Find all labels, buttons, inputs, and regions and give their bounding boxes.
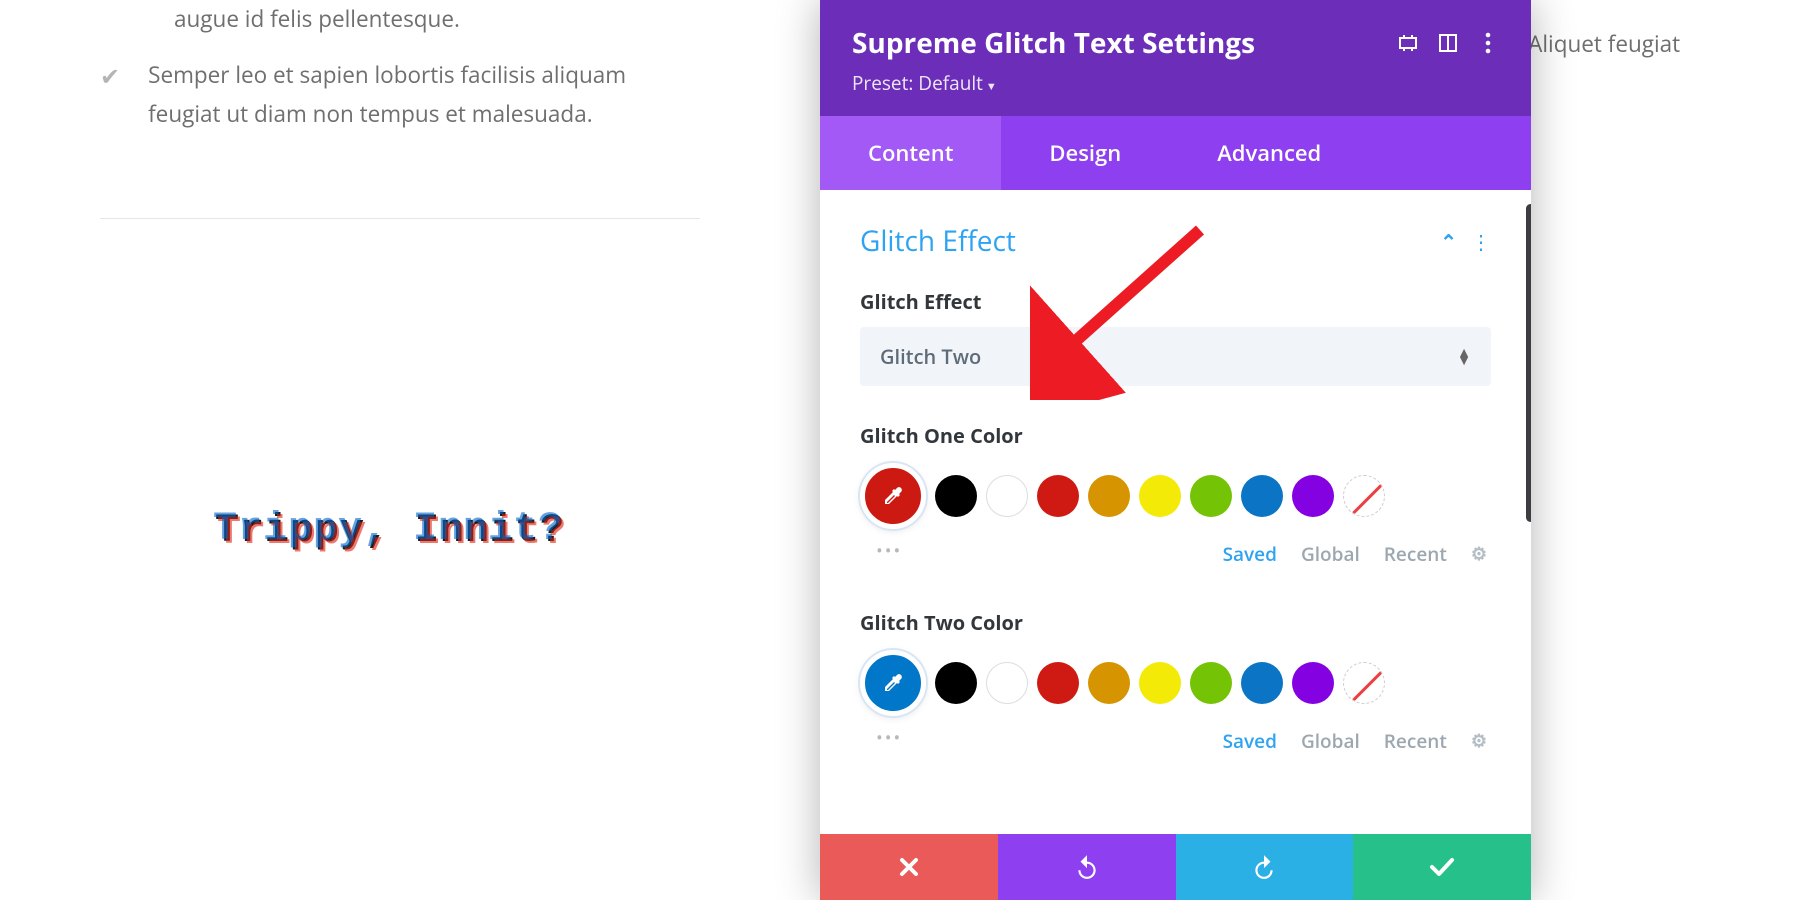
- swatch-orange[interactable]: [1088, 662, 1130, 704]
- kebab-menu-icon[interactable]: [1477, 32, 1499, 54]
- swatch-yellow[interactable]: [1139, 662, 1181, 704]
- section-menu-icon[interactable]: ⋮: [1471, 228, 1491, 255]
- bg-text-1: augue id felis pellentesque.: [174, 0, 460, 38]
- glitch-preview-text: Trippy, Innit?: [215, 509, 700, 554]
- swatch-yellow[interactable]: [1139, 475, 1181, 517]
- swatch-blue[interactable]: [1241, 475, 1283, 517]
- swatch-purple[interactable]: [1292, 662, 1334, 704]
- panel-header: Supreme Glitch Text Settings Preset: Def…: [820, 0, 1531, 116]
- panel-footer: [820, 834, 1531, 900]
- swatch-orange[interactable]: [1088, 475, 1130, 517]
- eyedropper-icon: [881, 671, 905, 695]
- sort-icon: ▲▼: [1457, 349, 1471, 365]
- tab-design[interactable]: Design: [1001, 116, 1169, 190]
- gear-icon[interactable]: ⚙: [1471, 729, 1487, 753]
- scrollbar[interactable]: [1526, 204, 1531, 522]
- gear-icon[interactable]: ⚙: [1471, 542, 1487, 566]
- swatch-purple[interactable]: [1292, 475, 1334, 517]
- swatch-blue[interactable]: [1241, 662, 1283, 704]
- tab-content[interactable]: Content: [820, 116, 1001, 190]
- layout-icon[interactable]: [1437, 32, 1459, 54]
- color2-label: Glitch Two Color: [860, 609, 1491, 636]
- swatch-red[interactable]: [1037, 475, 1079, 517]
- cancel-button[interactable]: [820, 834, 998, 900]
- settings-panel: Supreme Glitch Text Settings Preset: Def…: [820, 0, 1531, 900]
- color-picker-1[interactable]: [860, 463, 926, 529]
- color-picker-2[interactable]: [860, 650, 926, 716]
- palette-tab-saved[interactable]: Saved: [1223, 728, 1277, 754]
- swatch-white[interactable]: [986, 662, 1028, 704]
- panel-title: Supreme Glitch Text Settings: [852, 24, 1379, 62]
- bg-text-2: Semper leo et sapien lobortis facilisis …: [148, 56, 700, 133]
- effect-label: Glitch Effect: [860, 288, 1491, 315]
- swatch-none[interactable]: [1343, 475, 1385, 517]
- palette-tab-saved[interactable]: Saved: [1223, 541, 1277, 567]
- eyedropper-icon: [881, 484, 905, 508]
- save-button[interactable]: [1353, 834, 1531, 900]
- undo-button[interactable]: [998, 834, 1176, 900]
- swatch-white[interactable]: [986, 475, 1028, 517]
- palette-tab-global[interactable]: Global: [1301, 541, 1360, 567]
- panel-tabs: Content Design Advanced: [820, 116, 1531, 190]
- swatch-black[interactable]: [935, 662, 977, 704]
- check-icon: ✔: [100, 60, 120, 93]
- tab-advanced[interactable]: Advanced: [1169, 116, 1369, 190]
- palette-tab-recent[interactable]: Recent: [1384, 541, 1447, 567]
- swatch-green[interactable]: [1190, 662, 1232, 704]
- effect-select[interactable]: Glitch Two ▲▼: [860, 327, 1491, 386]
- swatch-red[interactable]: [1037, 662, 1079, 704]
- swatch-none[interactable]: [1343, 662, 1385, 704]
- preset-dropdown[interactable]: Preset: Default▼: [852, 70, 1499, 96]
- palette-tab-recent[interactable]: Recent: [1384, 728, 1447, 754]
- section-title: Glitch Effect: [860, 222, 1440, 260]
- color1-label: Glitch One Color: [860, 422, 1491, 449]
- bg-text-right: Aliquet feugiat: [1528, 25, 1680, 63]
- swatch-black[interactable]: [935, 475, 977, 517]
- palette-tab-global[interactable]: Global: [1301, 728, 1360, 754]
- chevron-up-icon[interactable]: ⌃: [1440, 228, 1457, 255]
- redo-button[interactable]: [1176, 834, 1354, 900]
- divider: [100, 218, 700, 219]
- expand-icon[interactable]: [1397, 32, 1419, 54]
- swatch-green[interactable]: [1190, 475, 1232, 517]
